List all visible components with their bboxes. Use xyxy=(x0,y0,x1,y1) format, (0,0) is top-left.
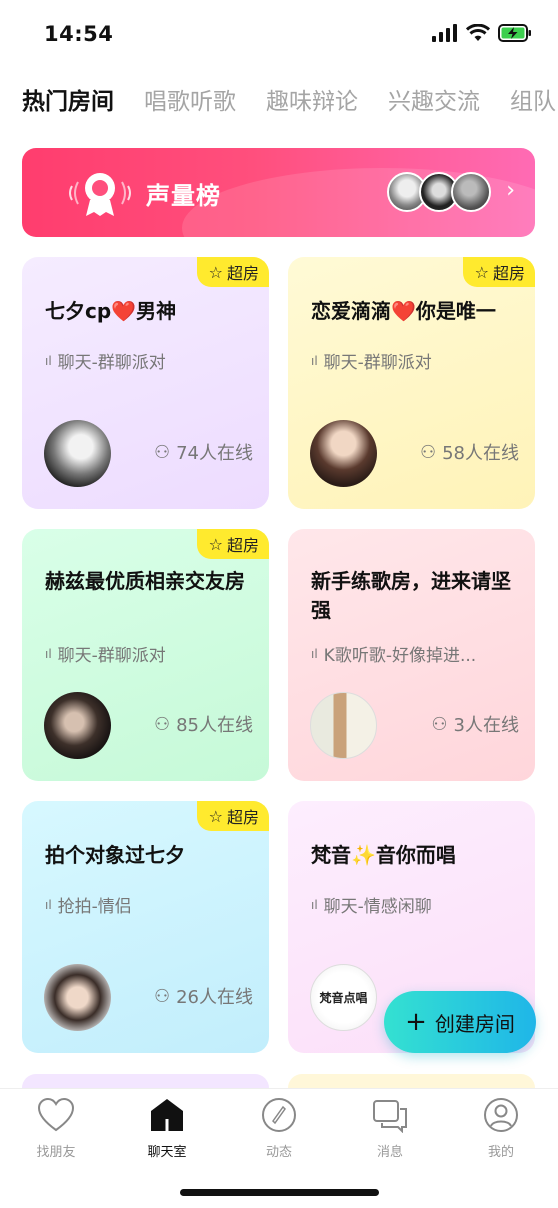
tab-label: 动态 xyxy=(265,1145,292,1160)
audio-bars-icon: ıl xyxy=(45,646,52,661)
tab-label: 找朋友 xyxy=(36,1145,76,1160)
wifi-icon xyxy=(466,24,490,41)
super-room-badge: ☆ 超房 xyxy=(196,529,269,559)
tab-feed[interactable]: 动态 xyxy=(234,1097,324,1160)
profile-icon xyxy=(484,1098,518,1132)
tab-label: 聊天室 xyxy=(147,1145,187,1160)
room-category: ıl 聊天-情感闲聊 xyxy=(311,897,432,917)
avatar[interactable] xyxy=(310,692,377,759)
tab-label: 消息 xyxy=(376,1145,403,1160)
next-room-card-peek xyxy=(22,1074,269,1088)
super-room-badge: ☆ 超房 xyxy=(462,257,535,287)
room-logo-avatar[interactable]: 梵音点唱 xyxy=(310,964,377,1031)
audio-bars-icon: ıl xyxy=(311,646,318,661)
person-icon: ⚇ xyxy=(419,441,437,463)
avatar[interactable] xyxy=(310,420,377,487)
avatar[interactable] xyxy=(44,964,111,1031)
star-icon: ☆ xyxy=(474,262,489,282)
chat-bubble-icon xyxy=(373,1100,407,1134)
person-icon: ⚇ xyxy=(431,713,448,735)
audio-bars-icon: ıl xyxy=(311,353,318,368)
room-card[interactable]: ☆ 超房 恋爱滴滴❤️你是唯一 ıl 聊天-群聊派对 ⚇ 58人在线 xyxy=(288,257,535,509)
room-category: ıl 聊天-群聊派对 xyxy=(45,353,166,373)
room-card[interactable]: ☆ 超房 拍个对象过七夕 ıl 抢拍-情侣 ⚇ 26人在线 xyxy=(22,801,269,1053)
avatar xyxy=(451,172,491,212)
volume-leaderboard-banner[interactable]: 声量榜 › xyxy=(22,148,535,237)
next-room-card-peek xyxy=(288,1074,535,1088)
room-category: ıl 抢拍-情侣 xyxy=(45,897,132,917)
house-icon xyxy=(151,1099,183,1131)
audio-bars-icon: ıl xyxy=(311,897,318,912)
room-category: ıl 聊天-群聊派对 xyxy=(311,353,432,373)
person-icon: ⚇ xyxy=(153,985,171,1007)
avatar[interactable] xyxy=(44,692,111,759)
super-room-badge: ☆ 超房 xyxy=(196,801,269,831)
room-title: 新手练歌房，进来请坚强 xyxy=(311,569,511,622)
room-card[interactable]: ☆ 超房 七夕cp❤️男神 ıl 聊天-群聊派对 ⚇ 74人在线 xyxy=(22,257,269,509)
super-room-badge: ☆ 超房 xyxy=(196,257,269,287)
banner-title: 声量榜 xyxy=(146,182,221,210)
tab-team[interactable]: 组队 xyxy=(510,84,556,124)
room-title: 七夕cp❤️男神 xyxy=(45,299,177,323)
audio-bars-icon: ıl xyxy=(45,353,52,368)
status-bar: 14:54 xyxy=(0,0,558,70)
room-title: 拍个对象过七夕 xyxy=(45,843,185,867)
room-category: ıl 聊天-群聊派对 xyxy=(45,646,166,666)
tab-find-friends[interactable]: 找朋友 xyxy=(11,1097,101,1160)
online-count: ⚇ 3人在线 xyxy=(431,713,519,737)
online-count: ⚇ 58人在线 xyxy=(419,441,519,465)
tab-label: 我的 xyxy=(487,1145,514,1160)
category-tabs: 热门房间 唱歌听歌 趣味辩论 兴趣交流 组队 xyxy=(22,84,558,124)
online-count: ⚇ 74人在线 xyxy=(153,441,253,465)
banner-avatars xyxy=(387,172,491,212)
tab-debate[interactable]: 趣味辩论 xyxy=(266,84,358,124)
room-title: 赫兹最优质相亲交友房 xyxy=(45,569,245,593)
person-icon: ⚇ xyxy=(153,441,171,463)
tab-messages[interactable]: 消息 xyxy=(345,1097,435,1160)
room-category: ıl K歌听歌-好像掉进... xyxy=(311,646,477,666)
create-room-button[interactable]: + 创建房间 xyxy=(384,991,536,1053)
status-time: 14:54 xyxy=(44,22,114,46)
medal-icon xyxy=(69,173,131,216)
compass-icon xyxy=(262,1098,296,1132)
person-icon: ⚇ xyxy=(153,713,171,735)
room-card[interactable]: ☆ 超房 赫兹最优质相亲交友房 ıl 聊天-群聊派对 ⚇ 85人在线 xyxy=(22,529,269,781)
home-indicator xyxy=(180,1189,379,1196)
tab-singing[interactable]: 唱歌听歌 xyxy=(144,84,236,124)
room-title: 梵音✨音你而唱 xyxy=(311,843,456,867)
signal-icon xyxy=(432,24,457,42)
audio-bars-icon: ıl xyxy=(45,897,52,912)
plus-icon: + xyxy=(405,1007,427,1037)
tab-chatroom[interactable]: 聊天室 xyxy=(122,1097,212,1160)
online-count: ⚇ 26人在线 xyxy=(153,985,253,1009)
avatar[interactable] xyxy=(44,420,111,487)
battery-charging-icon xyxy=(498,24,531,42)
tab-hot-rooms[interactable]: 热门房间 xyxy=(22,84,114,124)
status-icons xyxy=(432,24,532,42)
room-title: 恋爱滴滴❤️你是唯一 xyxy=(311,299,496,323)
chevron-right-icon: › xyxy=(506,178,515,203)
star-icon: ☆ xyxy=(208,806,223,826)
create-room-label: 创建房间 xyxy=(434,1011,515,1036)
star-icon: ☆ xyxy=(208,534,223,554)
online-count: ⚇ 85人在线 xyxy=(153,713,253,737)
tab-profile[interactable]: 我的 xyxy=(456,1097,546,1160)
room-card[interactable]: 新手练歌房，进来请坚强 ıl K歌听歌-好像掉进... ⚇ 3人在线 xyxy=(288,529,535,781)
room-logo-text: 梵音点唱 xyxy=(319,991,368,1005)
heart-icon xyxy=(37,1097,75,1132)
tab-interests[interactable]: 兴趣交流 xyxy=(388,84,480,124)
star-icon: ☆ xyxy=(208,262,223,282)
